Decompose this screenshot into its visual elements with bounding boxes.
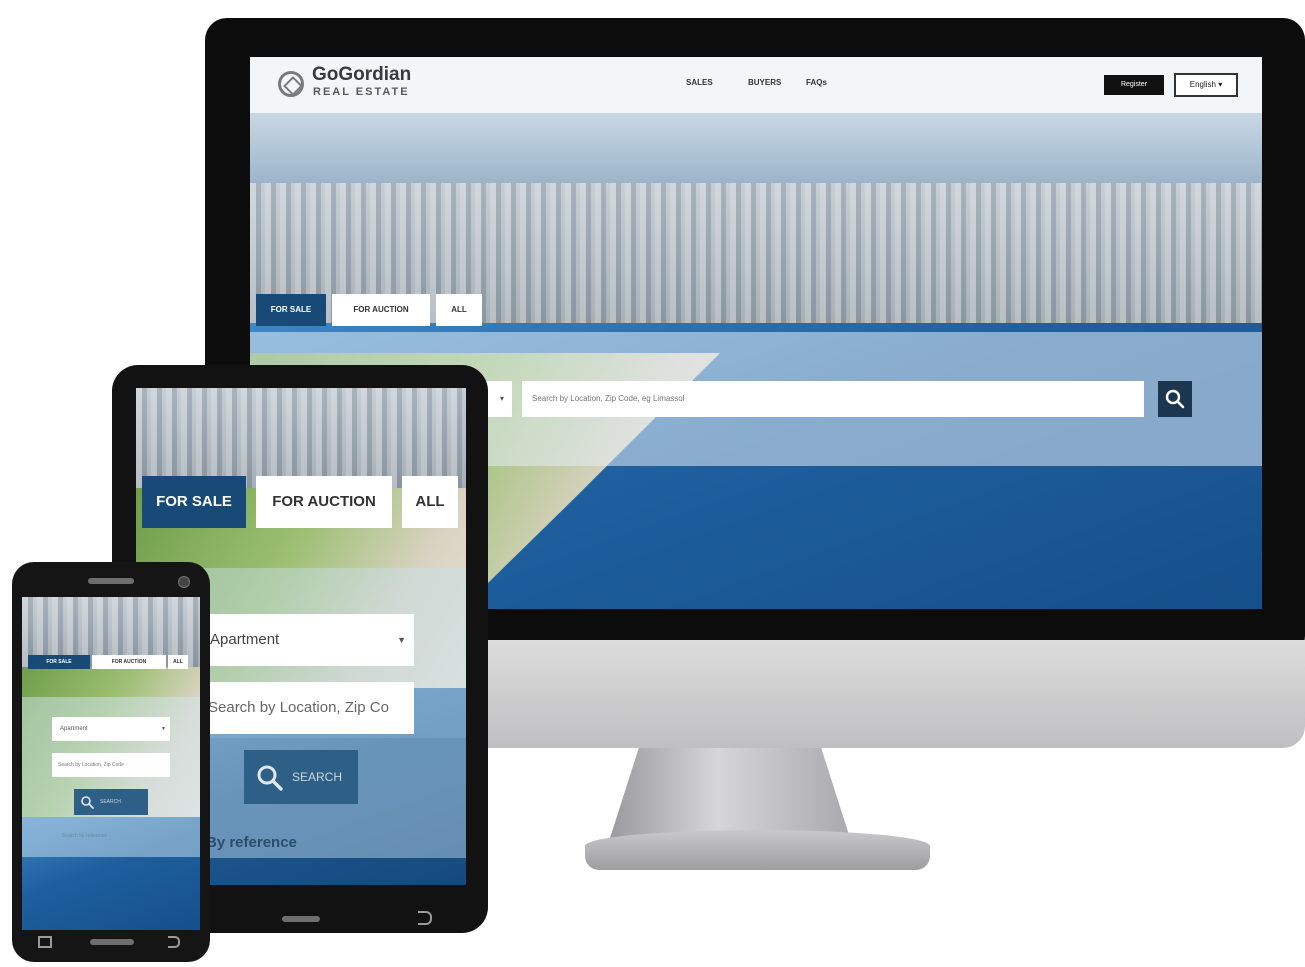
- property-type-select[interactable]: Apartment ▼: [198, 614, 414, 666]
- phone-screen: FOR SALE FOR AUCTION ALL Apartment ▼ Sea…: [22, 597, 200, 930]
- location-search-input[interactable]: [522, 381, 1144, 417]
- monitor-stand-foot: [585, 830, 930, 870]
- home-button-icon[interactable]: [90, 939, 134, 945]
- brand-name[interactable]: GoGordian: [312, 65, 411, 85]
- phone-speaker: [88, 578, 134, 584]
- search-icon: [81, 796, 94, 809]
- tab-for-sale[interactable]: FOR SALE: [256, 294, 326, 326]
- tab-for-auction[interactable]: FOR AUCTION: [256, 476, 392, 528]
- search-icon: [257, 765, 283, 791]
- camera-icon: [178, 576, 190, 588]
- back-icon[interactable]: [168, 936, 180, 948]
- property-type-value: Apartment: [60, 726, 88, 732]
- tab-for-auction[interactable]: FOR AUCTION: [332, 294, 430, 326]
- chevron-down-icon: ▼: [161, 726, 166, 732]
- language-select[interactable]: English ▾: [1174, 73, 1238, 97]
- property-type-select[interactable]: Apartment ▼: [52, 717, 170, 741]
- home-button-icon[interactable]: [282, 916, 320, 922]
- search-button-label: SEARCH: [292, 770, 343, 784]
- back-icon[interactable]: [418, 911, 432, 925]
- tab-for-sale[interactable]: FOR SALE: [142, 476, 246, 528]
- register-button[interactable]: Register: [1104, 75, 1164, 95]
- tab-all[interactable]: ALL: [168, 655, 188, 669]
- location-search-input[interactable]: Search by Location, Zip Co: [198, 682, 414, 734]
- nav-link-faqs[interactable]: FAQs: [806, 78, 827, 87]
- search-button-label: SEARCH: [100, 799, 121, 805]
- menu-icon[interactable]: [38, 936, 52, 948]
- location-search-input[interactable]: Search by Location, Zip Code: [52, 753, 170, 777]
- monitor-stand-neck: [610, 748, 850, 838]
- nav-link-buyers[interactable]: BUYERS: [748, 78, 781, 87]
- brand-tagline: REAL ESTATE: [313, 86, 410, 98]
- search-icon: [1165, 389, 1185, 409]
- search-by-reference-link[interactable]: By reference: [206, 834, 297, 851]
- site-header: GoGordian REAL ESTATE SALES BUYERS FAQs …: [250, 57, 1262, 114]
- chevron-down-icon: ▾: [499, 394, 504, 403]
- search-button[interactable]: [1158, 381, 1192, 417]
- logo-icon[interactable]: [278, 71, 304, 97]
- search-by-reference-link[interactable]: Search by reference: [62, 833, 107, 839]
- search-button[interactable]: SEARCH: [74, 789, 148, 815]
- property-type-value: Apartment: [210, 631, 280, 648]
- chevron-down-icon: ▼: [397, 635, 406, 645]
- tablet-hero-city: [136, 388, 466, 488]
- tab-all[interactable]: ALL: [436, 294, 482, 326]
- search-button[interactable]: SEARCH: [244, 750, 358, 804]
- tab-for-sale[interactable]: FOR SALE: [28, 655, 90, 669]
- tab-all[interactable]: ALL: [402, 476, 458, 528]
- tab-for-auction[interactable]: FOR AUCTION: [92, 655, 166, 669]
- nav-link-sales[interactable]: SALES: [686, 78, 713, 87]
